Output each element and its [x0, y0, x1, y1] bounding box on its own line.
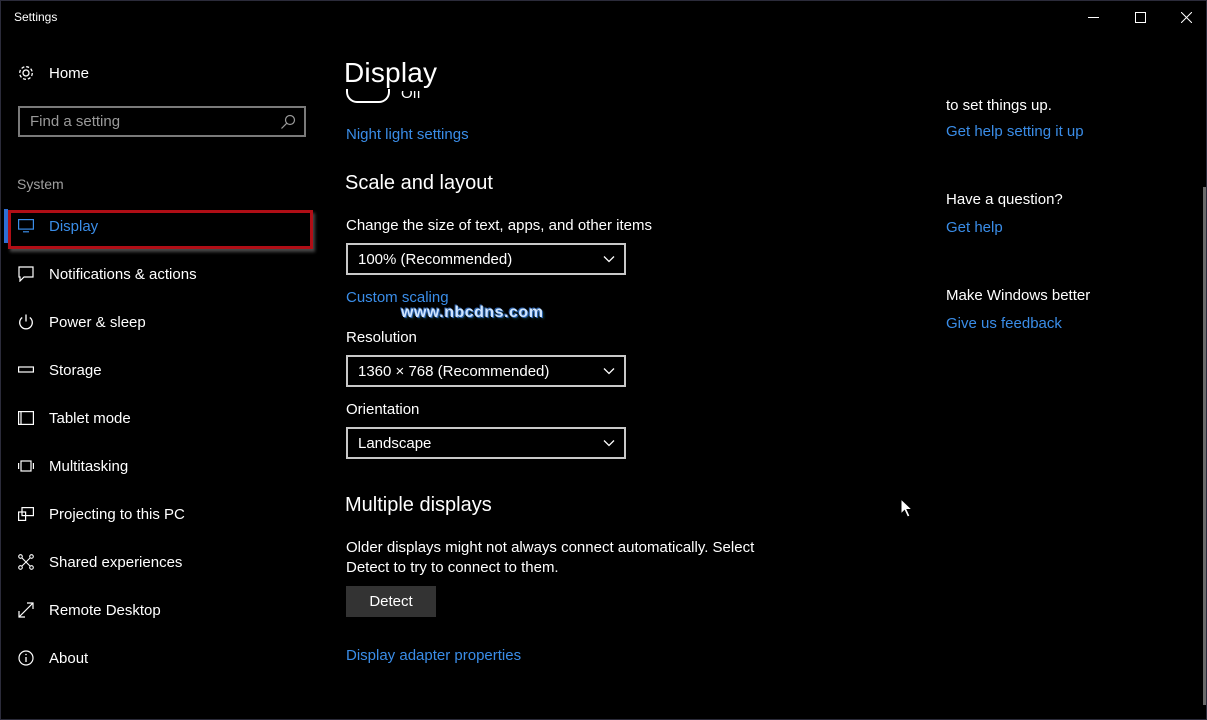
multiple-displays-text-line1: Older displays might not always connect … — [346, 539, 755, 556]
sidebar-item-label: Remote Desktop — [49, 601, 161, 619]
annotation-highlight-box — [8, 210, 313, 249]
watermark-text: www.nbcdns.com — [401, 304, 544, 321]
get-help-setting-up-link[interactable]: Get help setting it up — [946, 123, 1084, 140]
resolution-label: Resolution — [346, 329, 417, 346]
home-nav-item[interactable]: Home — [1, 53, 323, 93]
related-pane: to set things up. Get help setting it up… — [946, 33, 1196, 720]
multiple-displays-heading: Multiple displays — [345, 494, 492, 516]
sidebar-item-storage[interactable]: Storage — [1, 350, 323, 390]
info-icon — [17, 649, 35, 667]
chevron-down-icon — [603, 440, 615, 447]
gear-icon — [17, 64, 35, 82]
sidebar-item-label: Storage — [49, 361, 102, 379]
sidebar-item-label: Projecting to this PC — [49, 505, 185, 523]
sidebar-item-label: Multitasking — [49, 457, 129, 475]
maximize-button[interactable] — [1117, 1, 1163, 33]
search-icon[interactable] — [280, 114, 296, 130]
orientation-value: Landscape — [358, 435, 432, 452]
detect-button[interactable]: Detect — [346, 586, 436, 617]
sidebar-item-projecting[interactable]: Projecting to this PC — [1, 494, 323, 534]
speech-bubble-icon — [17, 265, 35, 283]
sidebar-item-power-sleep[interactable]: Power & sleep — [1, 302, 323, 342]
settings-window: Settings Home System — [0, 0, 1207, 720]
display-adapter-properties-link[interactable]: Display adapter properties — [346, 647, 521, 664]
sidebar-item-label: Shared experiences — [49, 553, 183, 571]
sidebar-item-label: Tablet mode — [49, 409, 131, 427]
projector-icon — [17, 505, 35, 523]
chevron-down-icon — [603, 368, 615, 375]
orientation-label: Orientation — [346, 401, 420, 418]
sidebar-item-shared-experiences[interactable]: Shared experiences — [1, 542, 323, 582]
remote-desktop-icon — [17, 601, 35, 619]
share-icon — [17, 553, 35, 571]
sidebar-item-label: About — [49, 649, 89, 667]
scrollbar[interactable] — [1203, 187, 1206, 705]
scale-layout-heading: Scale and layout — [345, 172, 493, 194]
scale-label: Change the size of text, apps, and other… — [346, 217, 653, 234]
have-a-question-heading: Have a question? — [946, 191, 1063, 208]
orientation-dropdown[interactable]: Landscape — [346, 427, 626, 459]
give-feedback-link[interactable]: Give us feedback — [946, 315, 1062, 332]
title-bar: Settings — [1, 1, 1206, 33]
setup-partial-text: to set things up. — [946, 97, 1052, 114]
make-windows-better-heading: Make Windows better — [946, 287, 1091, 304]
chevron-down-icon — [603, 256, 615, 263]
minimize-icon — [1087, 16, 1099, 18]
sidebar: Home System Display Notifications & acti… — [1, 33, 323, 720]
resolution-value: 1360 × 768 (Recommended) — [358, 363, 550, 380]
tablet-icon — [17, 409, 35, 427]
multitasking-icon — [17, 457, 35, 475]
scale-dropdown[interactable]: 100% (Recommended) — [346, 243, 626, 275]
main-content: Off Display Night light settings Scale a… — [323, 33, 903, 720]
resolution-dropdown[interactable]: 1360 × 768 (Recommended) — [346, 355, 626, 387]
storage-drive-icon — [17, 361, 35, 379]
page-title: Display — [344, 57, 438, 88]
night-light-settings-link[interactable]: Night light settings — [346, 126, 469, 143]
sidebar-item-remote-desktop[interactable]: Remote Desktop — [1, 590, 323, 630]
sidebar-item-label: Power & sleep — [49, 313, 146, 331]
sidebar-item-about[interactable]: About — [1, 638, 323, 678]
close-button[interactable] — [1163, 1, 1207, 33]
sidebar-item-tablet-mode[interactable]: Tablet mode — [1, 398, 323, 438]
close-icon — [1180, 11, 1192, 23]
window-title: Settings — [14, 10, 58, 24]
mouse-cursor-icon — [900, 498, 914, 518]
minimize-button[interactable] — [1070, 1, 1116, 33]
section-label-system: System — [17, 176, 64, 192]
home-label: Home — [49, 64, 90, 82]
sidebar-item-multitasking[interactable]: Multitasking — [1, 446, 323, 486]
multiple-displays-text-line2: Detect to try to connect to them. — [346, 559, 559, 576]
search-box[interactable] — [18, 106, 306, 137]
maximize-icon — [1134, 11, 1146, 23]
sidebar-item-label: Notifications & actions — [49, 265, 197, 283]
power-icon — [17, 313, 35, 331]
search-input[interactable] — [20, 113, 270, 130]
scale-value: 100% (Recommended) — [358, 251, 513, 268]
sidebar-item-notifications[interactable]: Notifications & actions — [1, 254, 323, 294]
get-help-link[interactable]: Get help — [946, 219, 1003, 236]
